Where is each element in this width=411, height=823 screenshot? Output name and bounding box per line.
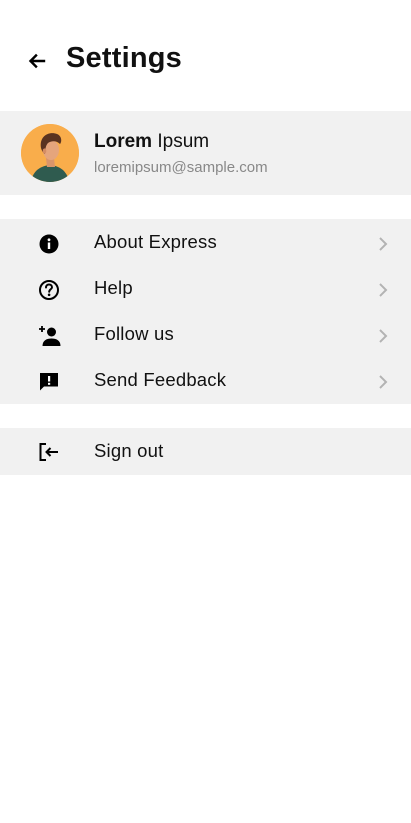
arrow-back-icon [28, 53, 46, 69]
info-icon [36, 231, 62, 257]
chevron-right-icon [376, 281, 390, 299]
page-title: Settings [66, 42, 182, 74]
menu-item-help[interactable]: Help [0, 265, 411, 311]
profile-email: loremipsum@sample.com [94, 159, 268, 176]
settings-screen: Settings Lorem Ipsum loremipsum@sample.c… [0, 0, 411, 823]
person-add-icon [36, 323, 62, 349]
chevron-right-icon [376, 373, 390, 391]
avatar[interactable] [21, 124, 79, 182]
chevron-right-icon [376, 235, 390, 253]
menu-item-follow[interactable]: Follow us [0, 311, 411, 357]
help-circle-icon [36, 277, 62, 303]
sign-out-label: Sign out [94, 440, 164, 461]
menu-item-label: Help [94, 277, 133, 298]
menu-item-about[interactable]: About Express [0, 219, 411, 265]
profile-card[interactable]: Lorem Ipsum loremipsum@sample.com [0, 111, 411, 195]
menu-item-label: Send Feedback [94, 369, 227, 390]
app-header: Settings [0, 36, 411, 84]
profile-last-name: Ipsum [157, 131, 210, 152]
profile-name: Lorem Ipsum [94, 131, 209, 153]
menu-item-feedback[interactable]: Send Feedback [0, 357, 411, 403]
menu-item-label: Follow us [94, 323, 174, 344]
profile-first-name: Lorem [94, 131, 153, 152]
logout-icon [36, 439, 62, 465]
feedback-icon [36, 369, 62, 395]
avatar-illustration [21, 124, 79, 182]
settings-menu: About Express Help Follow us Send Feedba… [0, 219, 411, 404]
back-button[interactable] [27, 51, 47, 71]
chevron-right-icon [376, 327, 390, 345]
sign-out-button[interactable]: Sign out [0, 428, 411, 475]
menu-item-label: About Express [94, 231, 217, 252]
